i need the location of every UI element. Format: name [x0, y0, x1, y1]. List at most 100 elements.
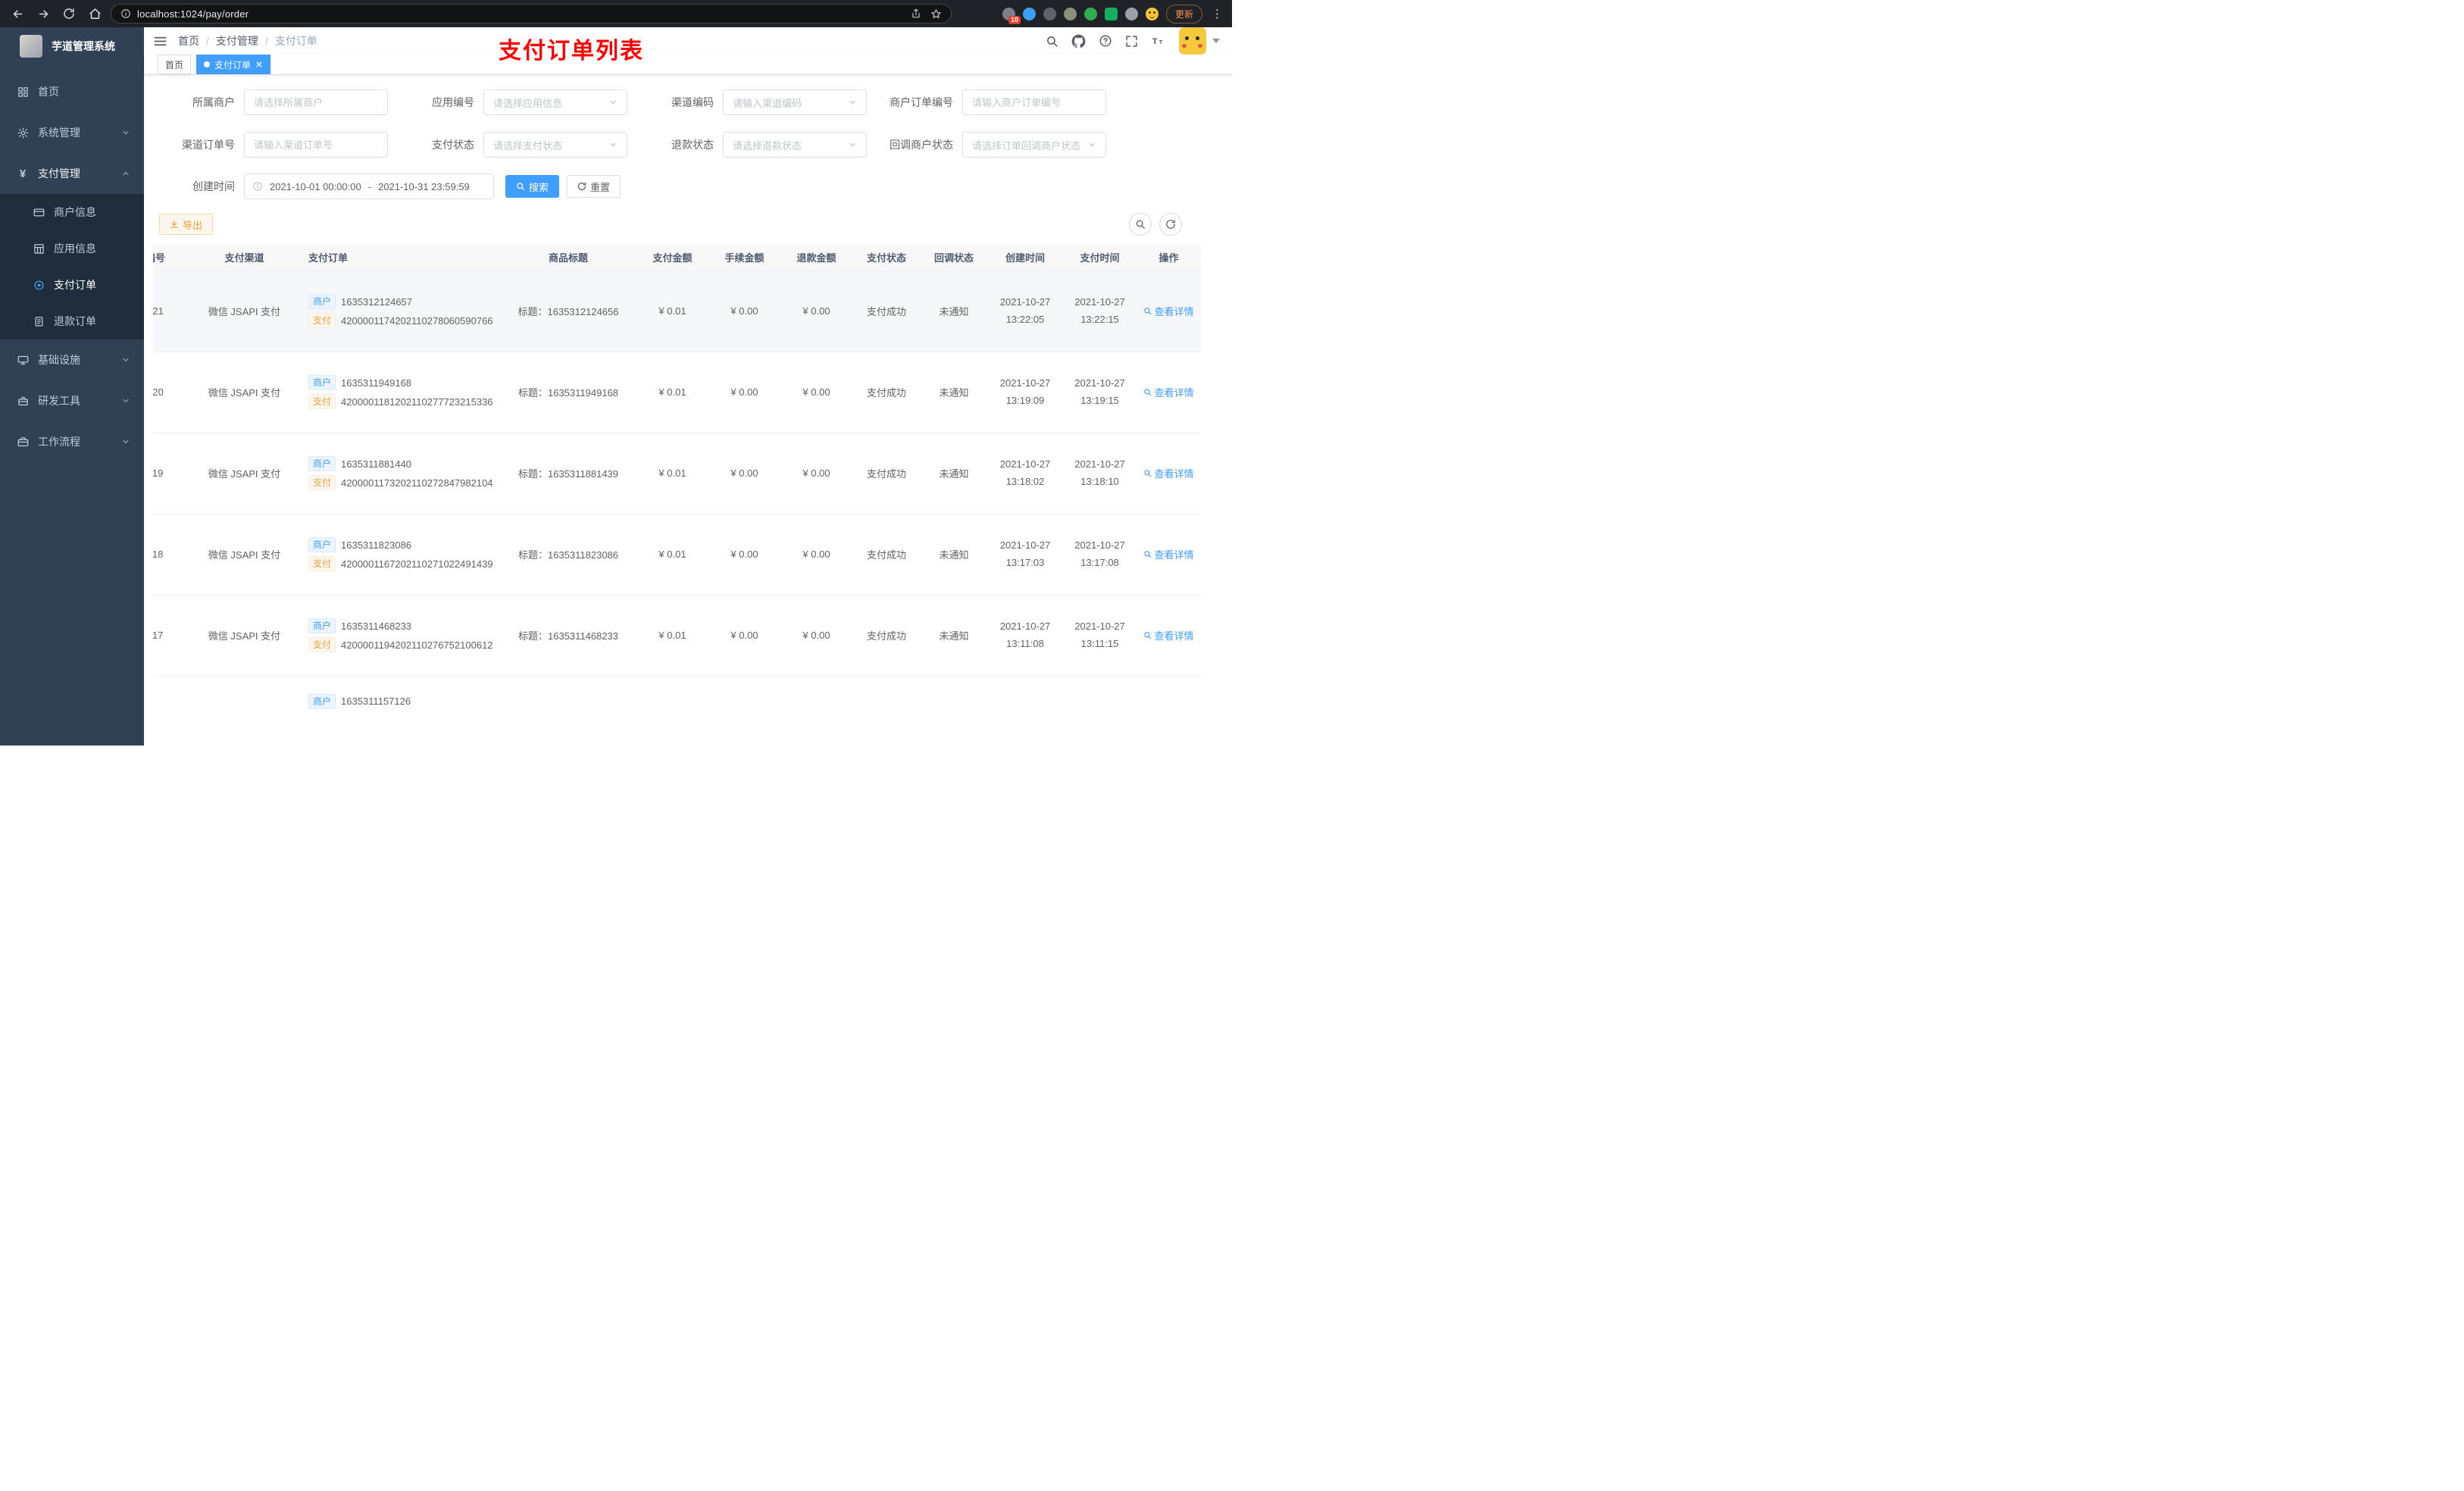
forward-icon[interactable]: [33, 4, 53, 23]
address-bar[interactable]: localhost:1024/pay/order: [111, 4, 952, 23]
merchant-input[interactable]: [244, 89, 388, 115]
merchant-tag: 商户: [308, 375, 336, 390]
svg-text:T: T: [1159, 39, 1163, 45]
caret-down-icon: [1212, 39, 1220, 43]
tab-pay-order[interactable]: 支付订单: [196, 55, 271, 74]
payment-submenu: 商户信息 应用信息 支付订单 退款订单: [0, 194, 144, 339]
clock-icon: [252, 181, 263, 192]
extensions-puzzle-icon[interactable]: [1124, 7, 1138, 20]
date-separator: -: [367, 180, 372, 192]
view-detail-link[interactable]: 查看详情: [1143, 466, 1194, 480]
table-row[interactable]: 121 微信 JSAPI 支付 商户1635312124657 支付420000…: [153, 270, 1201, 352]
refresh-table-button[interactable]: [1159, 213, 1182, 236]
tab-close-icon[interactable]: [255, 61, 263, 68]
sidebar-item-dev-tools[interactable]: 研发工具: [0, 380, 144, 421]
reset-button[interactable]: 重置: [567, 175, 621, 198]
notify-status-select[interactable]: 请选择订单回调商户状态: [962, 132, 1106, 158]
breadcrumb-current: 支付订单: [274, 35, 317, 47]
search-button[interactable]: 搜索: [505, 175, 560, 198]
extension-icon[interactable]: [1083, 7, 1097, 20]
merchant-tag: 商户: [308, 693, 336, 709]
user-menu[interactable]: [1179, 27, 1220, 55]
sidebar-item-pay-order[interactable]: 支付订单: [0, 267, 144, 303]
merchant-order-no-input[interactable]: [962, 89, 1106, 115]
merchant-tag: 商户: [308, 294, 336, 309]
pay-tag: 支付: [308, 475, 336, 490]
view-detail-link[interactable]: 查看详情: [1143, 628, 1194, 642]
sidebar-item-label: 研发工具: [38, 395, 80, 407]
extension-icon[interactable]: [1063, 7, 1077, 20]
hamburger-icon[interactable]: [153, 34, 167, 48]
yen-icon: ¥: [19, 167, 27, 180]
create-time-range-picker[interactable]: 2021-10-01 00:00:00 - 2021-10-31 23:59:5…: [244, 173, 494, 199]
channel-order-no-input[interactable]: [244, 132, 388, 158]
table-row[interactable]: 120 微信 JSAPI 支付 商户1635311949168 支付420000…: [153, 352, 1201, 433]
help-icon[interactable]: [1099, 34, 1112, 48]
sidebar-item-app-info[interactable]: 应用信息: [0, 230, 144, 267]
extension-icon[interactable]: [1002, 7, 1021, 24]
breadcrumb-section[interactable]: 支付管理: [216, 33, 258, 48]
export-button[interactable]: 导出: [159, 214, 214, 235]
reload-icon[interactable]: [59, 4, 79, 23]
filter-channel-order-no: 渠道订单号: [159, 131, 399, 158]
create-time-label: 创建时间: [192, 180, 235, 192]
tab-home[interactable]: 首页: [158, 55, 192, 74]
url-text: localhost:1024/pay/order: [137, 8, 249, 20]
browser-update-button[interactable]: 更新: [1165, 4, 1202, 23]
view-detail-link[interactable]: 查看详情: [1143, 385, 1194, 399]
sidebar-item-merchant-info[interactable]: 商户信息: [0, 194, 144, 230]
date-end: 2021-10-31 23:59:59: [378, 180, 470, 192]
channel-code-select[interactable]: 请输入渠道编码: [723, 89, 867, 115]
view-detail-link[interactable]: 查看详情: [1143, 547, 1194, 561]
table-header-row: 编号 支付渠道 支付订单 商品标题 支付金额 手续金额 退款金额 支付状态 回调…: [153, 245, 1201, 271]
sidebar-menu: 首页 系统管理 ¥ 支付管理 商户信息 应用信息 支付订单 退款订单 基础设施 …: [0, 71, 144, 462]
table-row[interactable]: 117 微信 JSAPI 支付 商户1635311468233 支付420000…: [153, 595, 1201, 677]
app-no-select[interactable]: 请选择应用信息: [483, 89, 627, 115]
font-size-icon[interactable]: TT: [1151, 34, 1166, 48]
filter-app-no: 应用编号 请选择应用信息: [399, 89, 638, 116]
extension-icon[interactable]: [1022, 7, 1036, 20]
dashboard-icon: [17, 86, 29, 98]
table-row[interactable]: 商户 1635311157126: [153, 676, 1201, 746]
table-row[interactable]: 119 微信 JSAPI 支付 商户1635311881440 支付420000…: [153, 433, 1201, 514]
pay-status-select[interactable]: 请选择支付状态: [483, 132, 627, 158]
share-icon[interactable]: [911, 8, 921, 19]
pay-tag: 支付: [308, 313, 336, 328]
view-detail-link[interactable]: 查看详情: [1143, 304, 1194, 318]
sidebar-item-infrastructure[interactable]: 基础设施: [0, 339, 144, 380]
home-icon[interactable]: [85, 4, 105, 23]
chevron-down-icon: [121, 396, 130, 405]
sidebar-item-system[interactable]: 系统管理: [0, 112, 144, 153]
filter-merchant-order-no: 商户订单编号: [877, 89, 1117, 116]
browser-menu-icon[interactable]: ⋮: [1210, 7, 1224, 20]
chevron-up-icon: [121, 169, 130, 178]
sidebar-item-refund-order[interactable]: 退款订单: [0, 303, 144, 339]
filter-pay-status: 支付状态 请选择支付状态: [399, 131, 638, 158]
extensions-area: 更新 ⋮: [1002, 4, 1224, 24]
site-info-icon[interactable]: [120, 8, 131, 19]
chevron-down-icon: [848, 140, 857, 149]
app-navbar: 首页 / 支付管理 / 支付订单 支付订单列表 TT: [144, 27, 1232, 64]
table-row[interactable]: 118 微信 JSAPI 支付 商户1635311823086 支付420000…: [153, 514, 1201, 595]
refund-status-select[interactable]: 请选择退款状态: [723, 132, 867, 158]
sidebar-item-home[interactable]: 首页: [0, 71, 144, 112]
filter-refund-status: 退款状态 请选择退款状态: [638, 131, 877, 158]
bookmark-star-icon[interactable]: [930, 8, 942, 20]
chevron-down-icon: [121, 128, 130, 137]
profile-avatar[interactable]: [1145, 7, 1159, 20]
chevron-down-icon: [121, 355, 130, 364]
github-icon[interactable]: [1071, 34, 1086, 48]
fullscreen-icon[interactable]: [1125, 35, 1138, 48]
logo[interactable]: 芋道管理系统: [0, 27, 144, 65]
extension-icon[interactable]: [1104, 7, 1118, 20]
screen: localhost:1024/pay/order 更新 ⋮ 芋道管理系统: [0, 0, 1232, 746]
search-icon[interactable]: [1046, 35, 1058, 48]
sidebar-item-payment[interactable]: ¥ 支付管理: [0, 153, 144, 194]
pay-tag: 支付: [308, 556, 336, 571]
sidebar-item-workflow[interactable]: 工作流程: [0, 421, 144, 462]
breadcrumb-home[interactable]: 首页: [178, 33, 199, 48]
navbar-actions: TT: [1046, 27, 1220, 55]
back-icon[interactable]: [8, 4, 27, 23]
toggle-search-button[interactable]: [1129, 213, 1152, 236]
extension-icon[interactable]: [1043, 7, 1056, 20]
